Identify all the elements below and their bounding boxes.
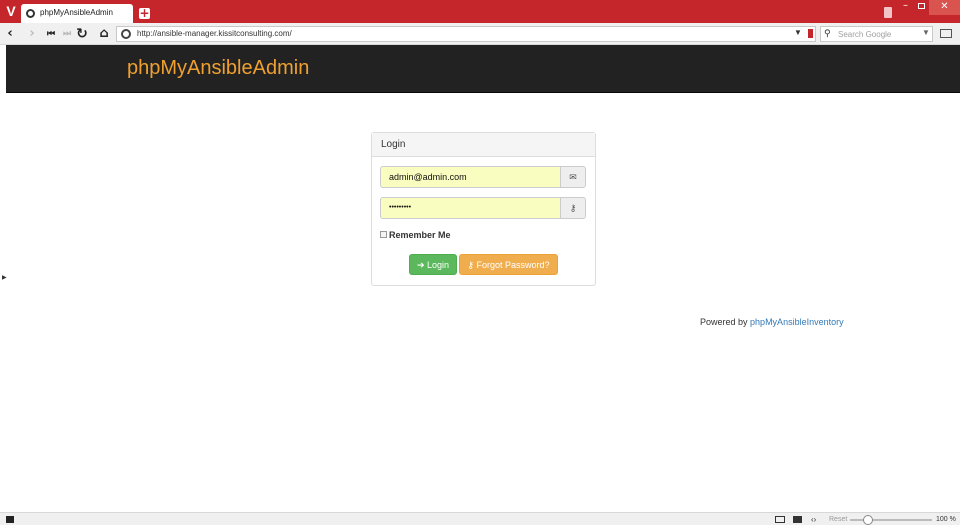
fast-forward-icon[interactable]: ⏭: [60, 26, 74, 42]
site-navbar: phpMyAnsibleAdmin: [6, 45, 960, 93]
key-icon: ⚷: [560, 197, 586, 219]
panel-heading: Login: [372, 133, 595, 157]
window-icon[interactable]: [775, 516, 785, 523]
forward-icon[interactable]: ›: [25, 26, 39, 42]
login-button-label: Login: [427, 260, 450, 270]
sign-in-icon: ➔: [416, 260, 425, 270]
chevron-down-icon[interactable]: ▼: [922, 28, 930, 37]
image-icon[interactable]: [793, 516, 802, 523]
browser-toolbar: ‹ › ⏮ ⏭ ↻ ⌂ http://ansible-manager.kissi…: [0, 23, 960, 45]
forgot-password-button[interactable]: ⚷ Forgot Password?: [459, 254, 558, 275]
maximize-button[interactable]: [918, 3, 925, 9]
back-icon[interactable]: ‹: [3, 26, 17, 42]
side-panel-toggle-icon[interactable]: ▶: [2, 274, 7, 281]
password-input-group: ••••••••• ⚷: [380, 197, 586, 219]
forgot-button-label: Forgot Password?: [476, 260, 550, 270]
powered-by-link[interactable]: phpMyAnsibleInventory: [750, 317, 844, 327]
close-window-button[interactable]: ✕: [929, 0, 960, 15]
bookmark-icon[interactable]: [808, 29, 813, 38]
search-field[interactable]: ⚲ Search Google ▼: [820, 26, 933, 42]
zoom-level: 100 %: [936, 516, 956, 523]
web-page: phpMyAnsibleAdmin Login admin@admin.com …: [6, 45, 960, 512]
url-text[interactable]: http://ansible-manager.kissitconsulting.…: [137, 29, 292, 38]
browser-titlebar: V phpMyAnsibleAdmin + – ✕: [0, 0, 960, 23]
browser-statusbar: ‹› Reset 100 %: [0, 512, 960, 525]
remember-label[interactable]: Remember Me: [389, 230, 451, 240]
email-input-group: admin@admin.com ✉: [380, 166, 586, 188]
vivaldi-menu-icon[interactable]: V: [3, 2, 19, 20]
zoom-slider[interactable]: [850, 515, 932, 525]
reload-icon[interactable]: ↻: [75, 26, 89, 42]
powered-prefix: Powered by: [700, 317, 748, 327]
envelope-icon: ✉: [560, 166, 586, 188]
login-button[interactable]: ➔ Login: [409, 254, 457, 275]
chevron-down-icon[interactable]: ▼: [794, 28, 802, 37]
search-placeholder[interactable]: Search Google: [838, 30, 891, 39]
home-icon[interactable]: ⌂: [97, 26, 111, 42]
address-bar[interactable]: http://ansible-manager.kissitconsulting.…: [116, 26, 816, 42]
minimize-button[interactable]: –: [903, 1, 908, 11]
trash-icon[interactable]: [884, 7, 892, 18]
tab-title: phpMyAnsibleAdmin: [40, 8, 113, 17]
login-panel: Login admin@admin.com ✉ ••••••••• ⚷ Reme…: [371, 132, 596, 286]
browser-tab[interactable]: phpMyAnsibleAdmin: [21, 4, 133, 23]
zoom-slider-handle[interactable]: [863, 515, 873, 525]
powered-by-footer: Powered by phpMyAnsibleInventory: [700, 317, 844, 327]
code-icon[interactable]: ‹›: [811, 515, 816, 524]
site-brand[interactable]: phpMyAnsibleAdmin: [127, 57, 309, 80]
panel-title: Login: [381, 139, 406, 150]
panel-toggle-icon[interactable]: [6, 516, 14, 523]
rewind-icon[interactable]: ⏮: [44, 26, 58, 42]
remember-checkbox[interactable]: [380, 231, 387, 238]
globe-icon: [26, 9, 35, 18]
email-field[interactable]: admin@admin.com: [380, 166, 561, 188]
site-info-icon[interactable]: [121, 29, 131, 39]
key-icon: ⚷: [467, 260, 475, 270]
new-tab-button[interactable]: +: [139, 7, 150, 19]
search-icon[interactable]: ⚲: [824, 28, 831, 39]
zoom-reset-button[interactable]: Reset: [829, 515, 847, 524]
password-field[interactable]: •••••••••: [380, 197, 561, 219]
cast-icon[interactable]: [940, 29, 952, 38]
